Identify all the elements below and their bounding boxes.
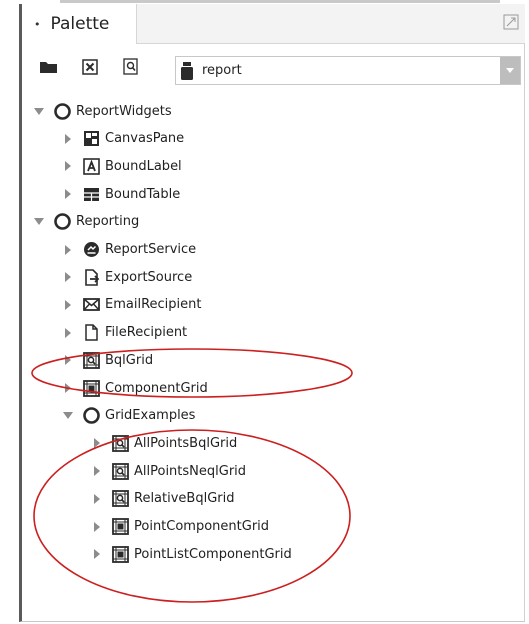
- tree-node-label: Reporting: [76, 214, 140, 230]
- tree-node-allpointsbqlgrid[interactable]: AllPointsBqlGrid: [90, 432, 237, 454]
- tree-node-label: AllPointsNeqlGrid: [134, 463, 247, 479]
- tab-menu-caret-icon[interactable]: •: [34, 18, 41, 31]
- collapsed-arrow-icon[interactable]: [90, 547, 104, 561]
- tree-node-boundtable[interactable]: BoundTable: [61, 183, 180, 205]
- tree-node-emailrecipient[interactable]: EmailRecipient: [61, 294, 201, 316]
- folder-circle-icon: [54, 213, 71, 231]
- tree-node-gridexamples[interactable]: GridExamples: [61, 405, 195, 427]
- tree-node-label: PointComponentGrid: [134, 519, 270, 534]
- tree-node-label: FileRecipient: [105, 325, 188, 341]
- find-button[interactable]: [120, 58, 142, 80]
- tree-node-relativebqlgrid[interactable]: RelativeBqlGrid: [90, 488, 235, 510]
- canvas-pane-icon: [83, 130, 100, 147]
- top-divider: [60, 0, 500, 3]
- tree-node-boundlabel[interactable]: BoundLabel: [61, 155, 182, 177]
- collapsed-arrow-icon[interactable]: [61, 326, 75, 340]
- tree-node-canvaspane[interactable]: CanvasPane: [61, 128, 184, 150]
- tree-node-label: BoundLabel: [105, 158, 182, 174]
- tree-node-label: ExportSource: [105, 269, 193, 285]
- report-service-icon: [83, 241, 100, 258]
- palette-panel: • Palette report ReportWidgets CanvasPan…: [19, 4, 525, 622]
- tree-node-pointlistcomponentgrid[interactable]: PointListComponentGrid: [90, 543, 292, 565]
- tree-node-label: BqlGrid: [105, 352, 154, 368]
- folder-circle-icon: [54, 102, 71, 120]
- tree-node-componentgrid[interactable]: ComponentGrid: [61, 377, 208, 399]
- collapsed-arrow-icon[interactable]: [90, 520, 104, 534]
- dropdown-button[interactable]: [500, 57, 520, 84]
- tree-node-allpointsneqlgrid[interactable]: AllPointsNeqlGrid: [90, 460, 246, 482]
- tree-node-exportsource[interactable]: ExportSource: [61, 266, 192, 288]
- tree-node-filerecipient[interactable]: FileRecipient: [61, 322, 187, 344]
- tree-node-label: ReportService: [105, 242, 197, 257]
- tree-node-pointcomponentgrid[interactable]: PointComponentGrid: [90, 516, 269, 538]
- expanded-arrow-icon[interactable]: [32, 215, 46, 229]
- tree-node-label: ReportWidgets: [76, 103, 172, 119]
- component-grid-icon: [83, 379, 100, 397]
- tree-node-label: GridExamples: [105, 408, 196, 424]
- bql-grid-icon: [112, 434, 129, 452]
- bql-grid-icon: [112, 462, 129, 480]
- tree-node-label: CanvasPane: [105, 131, 185, 147]
- collapsed-arrow-icon[interactable]: [90, 464, 104, 478]
- tree-node-label: ComponentGrid: [105, 380, 208, 396]
- collapsed-arrow-icon[interactable]: [61, 159, 75, 173]
- collapsed-arrow-icon[interactable]: [61, 243, 75, 257]
- tree-node-label: PointListComponentGrid: [134, 546, 292, 562]
- tree-node-label: RelativeBqlGrid: [134, 491, 235, 507]
- tree-node-label: AllPointsBqlGrid: [134, 435, 238, 451]
- tree-node-bqlgrid[interactable]: BqlGrid: [61, 349, 153, 371]
- bql-grid-icon: [83, 351, 100, 369]
- tree-node-reportservice[interactable]: ReportService: [61, 239, 196, 261]
- tab-label: Palette: [50, 14, 110, 34]
- folder-circle-icon: [83, 407, 100, 424]
- jar-icon: [180, 61, 194, 81]
- expanded-arrow-icon[interactable]: [32, 104, 46, 118]
- collapsed-arrow-icon[interactable]: [61, 187, 75, 201]
- close-box-icon: [82, 59, 98, 79]
- palette-toolbar: report: [22, 52, 525, 88]
- maximize-icon[interactable]: [503, 14, 519, 30]
- collapsed-arrow-icon[interactable]: [90, 436, 104, 450]
- folder-icon: [39, 59, 59, 79]
- open-folder-button[interactable]: [38, 58, 60, 80]
- collapsed-arrow-icon[interactable]: [61, 132, 75, 146]
- collapsed-arrow-icon[interactable]: [61, 298, 75, 312]
- collapsed-arrow-icon[interactable]: [61, 270, 75, 284]
- collapsed-arrow-icon[interactable]: [90, 492, 104, 506]
- bound-table-icon: [83, 186, 100, 203]
- export-source-icon: [83, 268, 100, 286]
- tab-bar: • Palette: [22, 4, 525, 44]
- tree-node-reportwidgets[interactable]: ReportWidgets: [32, 100, 172, 122]
- close-palette-button[interactable]: [79, 58, 101, 80]
- component-grid-icon: [112, 545, 129, 563]
- find-icon: [122, 58, 140, 80]
- expanded-arrow-icon[interactable]: [61, 409, 75, 423]
- component-grid-icon: [112, 518, 129, 535]
- module-select-value: report: [202, 63, 242, 78]
- bql-grid-icon: [112, 490, 129, 508]
- collapsed-arrow-icon[interactable]: [61, 353, 75, 367]
- collapsed-arrow-icon[interactable]: [61, 381, 75, 395]
- email-icon: [83, 296, 100, 313]
- module-select[interactable]: report: [175, 56, 521, 85]
- tab-palette[interactable]: • Palette: [22, 4, 137, 44]
- tree-node-reporting[interactable]: Reporting: [32, 211, 139, 233]
- file-icon: [83, 324, 100, 341]
- tree-node-label: EmailRecipient: [105, 297, 202, 313]
- tree-node-label: BoundTable: [105, 186, 181, 202]
- bound-label-icon: [83, 158, 100, 175]
